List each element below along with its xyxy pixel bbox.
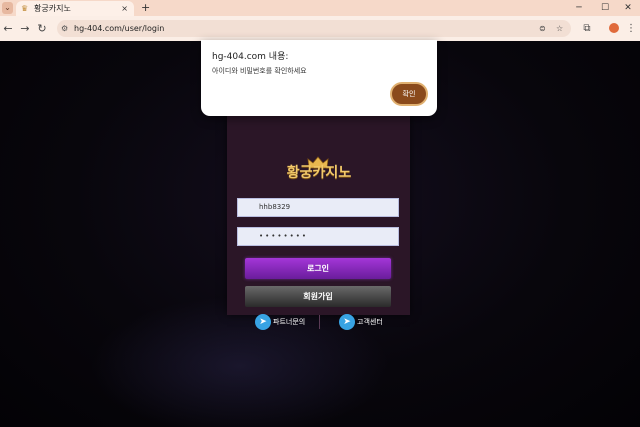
tab-title: 황궁카지노 (34, 4, 71, 13)
tab-close-icon[interactable]: × (121, 1, 128, 16)
profile-avatar[interactable] (609, 23, 619, 33)
signup-button[interactable]: 회원가입 (245, 286, 391, 307)
alert-message: 아이디와 비밀번호를 확인하세요 (212, 67, 307, 75)
back-arrow-icon[interactable]: ← (0, 16, 16, 41)
browser-tab[interactable]: ♛ 황궁카지노 × (16, 1, 134, 16)
address-bar[interactable]: ⚙ hg-404.com/user/login ⊜ ☆ (57, 20, 571, 37)
bookmark-star-icon[interactable]: ☆ (556, 20, 563, 37)
site-logo: 황궁카지노 (286, 165, 352, 181)
customer-center-label: 고객센터 (357, 318, 383, 326)
reload-icon[interactable]: ↻ (34, 16, 50, 41)
translate-icon[interactable]: ⊜ (539, 20, 546, 37)
tab-search-menu-icon[interactable]: ⌄ (2, 2, 13, 14)
login-button[interactable]: 로그인 (245, 258, 391, 279)
telegram-icon: ➤ (255, 314, 271, 330)
password-field[interactable]: •••••••• (237, 227, 399, 246)
alert-ok-button[interactable]: 확인 (390, 82, 428, 106)
browser-toolbar: ← → ↻ ⚙ hg-404.com/user/login ⊜ ☆ (0, 16, 640, 41)
minimize-button[interactable]: ─ (567, 0, 591, 16)
maximize-button[interactable]: ☐ (593, 0, 617, 16)
alert-dialog: hg-404.com 내용: 아이디와 비밀번호를 확인하세요 확인 (201, 40, 437, 116)
crown-favicon-icon: ♛ (21, 4, 29, 13)
url-text[interactable]: hg-404.com/user/login (74, 20, 164, 37)
tab-strip: ⌄ ♛ 황궁카지노 × + ─ ☐ ✕ (0, 0, 640, 16)
username-field[interactable]: hhb8329 (237, 198, 399, 217)
extensions-puzzle-icon[interactable]: ⧉ (578, 16, 596, 41)
forward-arrow-icon[interactable]: → (17, 16, 33, 41)
telegram-icon: ➤ (339, 314, 355, 330)
links-divider (319, 315, 320, 329)
close-window-button[interactable]: ✕ (616, 0, 640, 16)
alert-title: hg-404.com 내용: (212, 52, 289, 62)
new-tab-button[interactable]: + (141, 0, 150, 16)
partner-inquiry-label: 파트너문의 (273, 318, 306, 326)
browser-menu-icon[interactable]: ⋮ (622, 16, 640, 41)
site-info-icon[interactable]: ⚙ (61, 20, 68, 37)
